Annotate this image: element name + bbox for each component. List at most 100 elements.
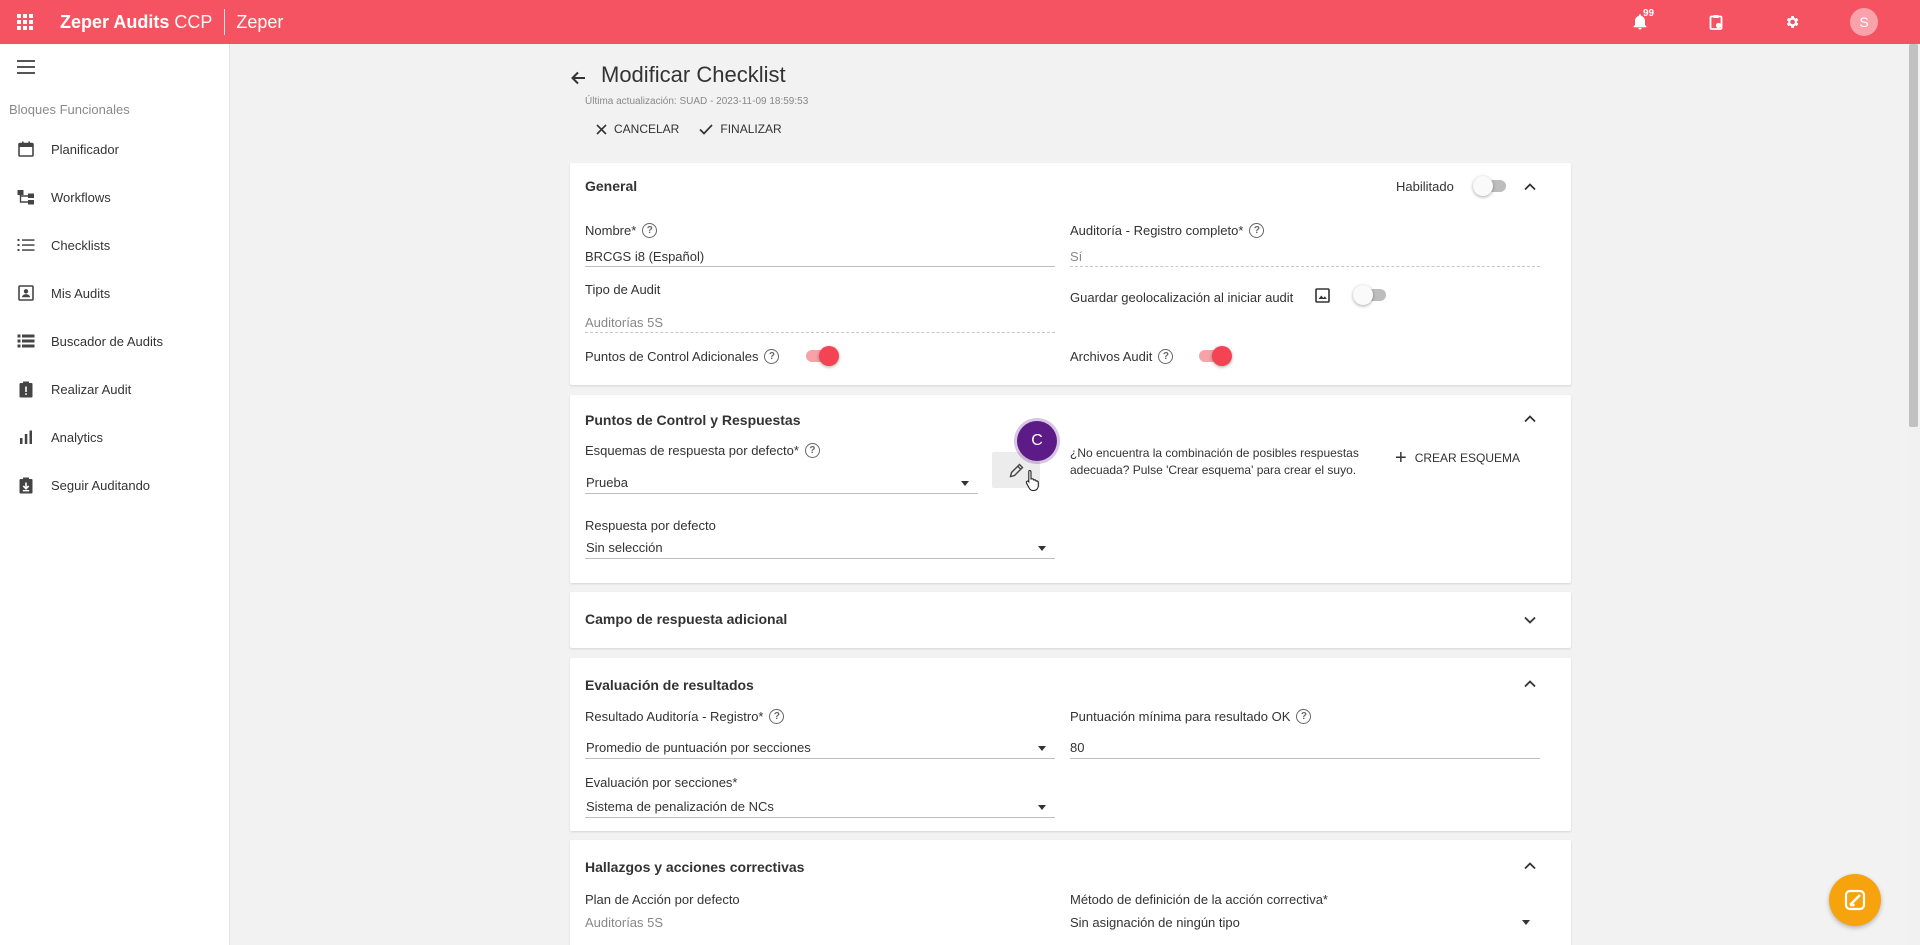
chevron-up-icon[interactable] bbox=[1523, 677, 1537, 691]
chevron-up-icon[interactable] bbox=[1523, 180, 1537, 194]
name-label-text: Nombre* bbox=[585, 223, 637, 238]
sections-select[interactable]: Sistema de penalización de NCs bbox=[586, 799, 774, 814]
clipboard-alert-icon bbox=[19, 381, 32, 397]
min-score-input[interactable]: 80 bbox=[1070, 740, 1084, 755]
sections-label: Evaluación por secciones* bbox=[585, 775, 738, 790]
sidebar-item-label: Buscador de Audits bbox=[51, 333, 164, 349]
general-title: General bbox=[585, 178, 638, 194]
cancel-label: CANCELAR bbox=[614, 122, 680, 136]
dropdown-caret-icon[interactable] bbox=[1522, 920, 1530, 925]
pencil-icon bbox=[1009, 463, 1023, 477]
audit-type-value: Auditorías 5S bbox=[585, 315, 664, 330]
control-points-title: Puntos de Control y Respuestas bbox=[585, 412, 801, 428]
extra-points-toggle[interactable] bbox=[803, 346, 839, 366]
create-schema-button[interactable]: + CREAR ESQUEMA bbox=[1395, 447, 1520, 469]
dropdown-caret-icon[interactable] bbox=[1038, 805, 1046, 810]
sidebar-item-mis-audits[interactable]: Mis Audits bbox=[0, 269, 229, 317]
image-icon[interactable] bbox=[1315, 288, 1330, 303]
sidebar-item-label: Planificador bbox=[51, 141, 119, 157]
extra-points-label-text: Puntos de Control Adicionales bbox=[585, 349, 759, 364]
help-icon[interactable]: ? bbox=[764, 349, 780, 364]
audit-type-label: Tipo de Audit bbox=[585, 282, 661, 297]
min-score-label: Puntuación mínima para resultado OK? bbox=[1070, 709, 1312, 724]
tasks-button[interactable] bbox=[1678, 0, 1754, 44]
geo-toggle[interactable] bbox=[1353, 285, 1389, 305]
finish-button[interactable]: FINALIZAR bbox=[699, 122, 782, 136]
list-icon bbox=[17, 239, 34, 251]
sidebar-item-buscador[interactable]: Buscador de Audits bbox=[0, 317, 229, 365]
help-icon[interactable]: ? bbox=[642, 223, 658, 238]
schema-select[interactable]: Prueba bbox=[586, 475, 628, 490]
method-select[interactable]: Sin asignación de ningún tipo bbox=[1070, 915, 1240, 930]
audit-record-value: Sí bbox=[1070, 249, 1083, 264]
help-icon[interactable]: ? bbox=[804, 443, 820, 458]
chevron-down-icon[interactable] bbox=[1523, 613, 1537, 627]
notifications-button[interactable]: 99 bbox=[1602, 0, 1678, 44]
apps-grid-button[interactable] bbox=[0, 0, 50, 44]
extra-field-card[interactable]: Campo de respuesta adicional bbox=[570, 592, 1571, 648]
cancel-button[interactable]: CANCELAR bbox=[596, 122, 679, 136]
back-arrow-icon[interactable] bbox=[570, 70, 586, 86]
sidebar-item-realizar-audit[interactable]: Realizar Audit bbox=[0, 365, 229, 413]
sidebar: Bloques Funcionales Planificador Workflo… bbox=[0, 44, 230, 945]
plus-icon: + bbox=[1395, 447, 1407, 469]
apps-grid-icon bbox=[17, 14, 33, 30]
extra-field-title: Campo de respuesta adicional bbox=[585, 611, 788, 627]
app-title: Zeper Audits CCP bbox=[60, 12, 212, 33]
bar-chart-icon bbox=[19, 430, 32, 444]
extra-points-label: Puntos de Control Adicionales? bbox=[585, 349, 780, 364]
settings-button[interactable] bbox=[1754, 0, 1830, 44]
min-score-underline bbox=[1070, 758, 1540, 759]
sidebar-item-label: Mis Audits bbox=[51, 285, 111, 301]
check-icon bbox=[699, 123, 713, 135]
help-icon[interactable]: ? bbox=[769, 709, 785, 724]
app-name-light: CCP bbox=[174, 11, 213, 32]
chevron-up-icon[interactable] bbox=[1523, 859, 1537, 873]
sidebar-item-seguir-auditando[interactable]: Seguir Auditando bbox=[0, 461, 229, 509]
schema-label: Esquemas de respuesta por defecto*? bbox=[585, 443, 820, 458]
help-icon[interactable]: ? bbox=[1249, 223, 1265, 238]
main-content: Modificar Checklist Última actualización… bbox=[230, 44, 1920, 945]
cursor-marker: C bbox=[1017, 421, 1057, 461]
scrollbar-thumb[interactable] bbox=[1909, 44, 1918, 427]
sidebar-item-analytics[interactable]: Analytics bbox=[0, 413, 229, 461]
sidebar-item-planificador[interactable]: Planificador bbox=[0, 125, 229, 173]
close-icon bbox=[596, 123, 607, 135]
findings-card: Hallazgos y acciones correctivas Plan de… bbox=[570, 840, 1571, 945]
top-bar: Zeper Audits CCP Zeper 99 S bbox=[0, 0, 1920, 44]
schema-underline bbox=[585, 493, 978, 494]
dropdown-caret-icon[interactable] bbox=[961, 481, 969, 486]
finish-label: FINALIZAR bbox=[720, 122, 782, 136]
name-field[interactable]: BRCGS i8 (Español) bbox=[585, 249, 704, 264]
feedback-fab-button[interactable] bbox=[1829, 874, 1881, 926]
enabled-toggle[interactable] bbox=[1473, 176, 1509, 196]
gear-icon bbox=[1786, 16, 1799, 28]
files-label: Archivos Audit? bbox=[1070, 349, 1174, 364]
schema-label-text: Esquemas de respuesta por defecto* bbox=[585, 443, 799, 458]
chevron-up-icon[interactable] bbox=[1523, 412, 1537, 426]
page-title: Modificar Checklist bbox=[601, 62, 786, 87]
calendar-icon bbox=[17, 141, 34, 157]
audit-record-label: Auditoría - Registro completo*? bbox=[1070, 223, 1265, 238]
audit-record-label-text: Auditoría - Registro completo* bbox=[1070, 223, 1244, 238]
name-label: Nombre*? bbox=[585, 223, 658, 238]
result-label-text: Resultado Auditoría - Registro* bbox=[585, 709, 764, 724]
help-icon[interactable]: ? bbox=[1296, 709, 1312, 724]
user-avatar[interactable]: S bbox=[1850, 8, 1878, 36]
sidebar-item-checklists[interactable]: Checklists bbox=[0, 221, 229, 269]
files-toggle[interactable] bbox=[1196, 346, 1232, 366]
sidebar-item-label: Analytics bbox=[51, 429, 104, 445]
audit-record-underline bbox=[1070, 266, 1540, 267]
result-select[interactable]: Promedio de puntuación por secciones bbox=[586, 740, 811, 755]
page-scrollbar[interactable] bbox=[1907, 44, 1920, 945]
sidebar-item-workflows[interactable]: Workflows bbox=[0, 173, 229, 221]
menu-toggle-icon[interactable] bbox=[17, 60, 35, 78]
app-name-bold: Zeper Audits bbox=[60, 11, 170, 32]
help-icon[interactable]: ? bbox=[1158, 349, 1174, 364]
pointer-cursor-icon bbox=[1025, 469, 1039, 491]
notifications-badge: 99 bbox=[1643, 8, 1655, 19]
dropdown-caret-icon[interactable] bbox=[1038, 546, 1046, 551]
default-answer-select[interactable]: Sin selección bbox=[586, 540, 663, 555]
last-update: Última actualización: SUAD - 2023-11-09 … bbox=[585, 96, 809, 107]
dropdown-caret-icon[interactable] bbox=[1038, 746, 1046, 751]
